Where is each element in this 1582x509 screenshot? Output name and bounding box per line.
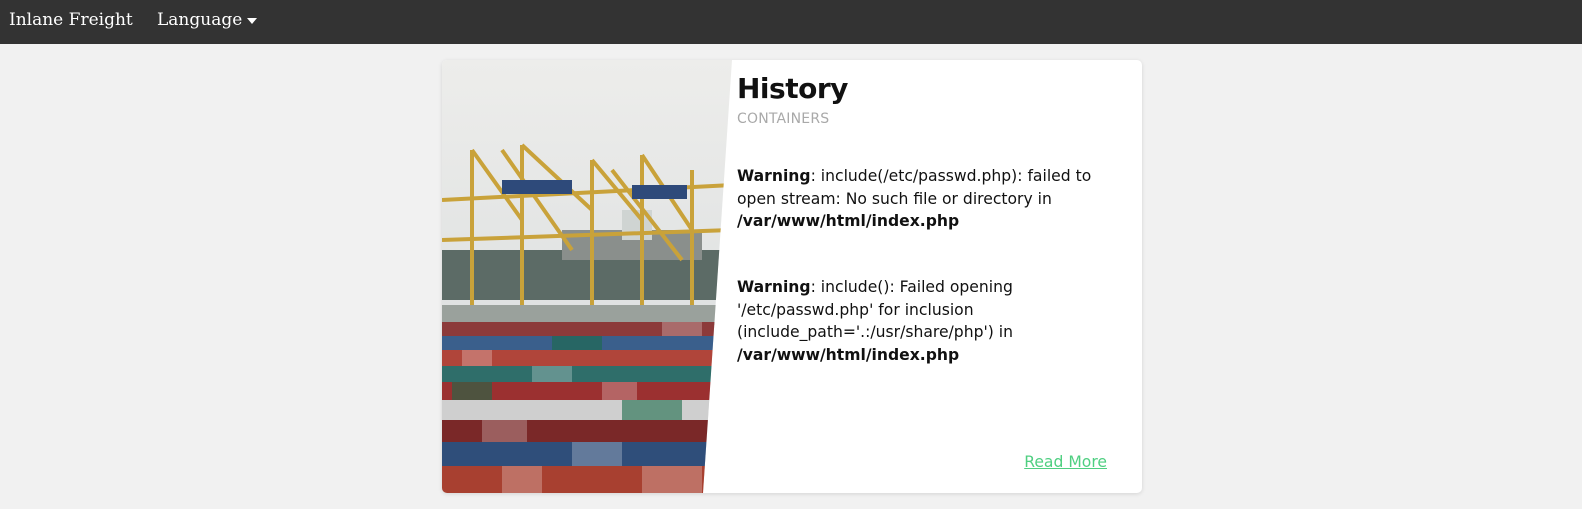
language-label: Language <box>157 10 243 30</box>
warning-path: /var/www/html/index.php <box>737 345 960 364</box>
top-navbar: Inlane Freight Language <box>0 0 1582 44</box>
warning-label: Warning <box>737 278 811 296</box>
card-content: History CONTAINERS Warning: include(/etc… <box>737 60 1127 493</box>
caret-down-icon <box>247 17 258 24</box>
warning-label: Warning <box>737 167 811 185</box>
php-warning-1: Warning: include(/etc/passwd.php): faile… <box>737 165 1127 233</box>
php-warning-2: Warning: include(): Failed opening '/etc… <box>737 276 1127 366</box>
language-dropdown[interactable]: Language <box>157 10 258 30</box>
brand-link[interactable]: Inlane Freight <box>9 10 133 30</box>
warning-path: /var/www/html/index.php <box>737 212 960 230</box>
containers-image <box>442 60 732 493</box>
card-subtitle: CONTAINERS <box>737 111 830 127</box>
read-more-link[interactable]: Read More <box>1024 453 1107 471</box>
port-photo-illustration <box>442 60 732 493</box>
card-title: History <box>737 72 848 105</box>
history-card: History CONTAINERS Warning: include(/etc… <box>442 60 1142 493</box>
